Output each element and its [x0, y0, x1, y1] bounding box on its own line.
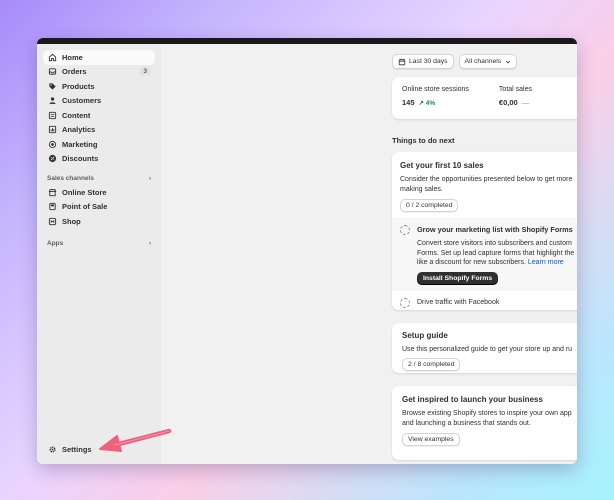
sidebar-item-label: Orders: [62, 67, 87, 77]
sidebar-item-label: Customers: [62, 96, 102, 106]
content-icon: [47, 110, 57, 120]
apps-section[interactable]: Apps ›: [43, 237, 155, 251]
setup-guide-desc: Use this personalized guide to get your …: [402, 346, 573, 353]
first-sales-desc: Consider the opportunities presented bel…: [400, 175, 577, 194]
task-marketing-list[interactable]: Grow your marketing list with Shopify Fo…: [392, 218, 577, 291]
desc-line: Consider the opportunities presented bel…: [400, 176, 573, 183]
first-sales-progress[interactable]: 0 / 2 completed: [400, 199, 459, 213]
app-window: Home Orders 3 Products Customers Content…: [37, 38, 577, 464]
sidebar-item-shop[interactable]: Shop: [43, 214, 155, 229]
sales-channels-section[interactable]: Sales channels ›: [43, 171, 155, 185]
main-content: Last 30 days All channels Online store s…: [161, 44, 577, 464]
chevron-right-icon: ›: [148, 240, 151, 247]
sidebar-item-label: Discounts: [62, 154, 99, 164]
shop-icon: [47, 216, 57, 226]
date-range-label: Last 30 days: [409, 58, 448, 65]
view-examples-button[interactable]: View examples: [402, 433, 460, 447]
sales-trend: —: [521, 98, 530, 107]
sessions-value: 145: [402, 98, 415, 107]
gear-icon: [47, 444, 57, 454]
store-icon: [47, 187, 57, 197]
sidebar-item-analytics[interactable]: Analytics: [43, 123, 155, 138]
sales-stat: Total sales €0,00 —: [499, 86, 532, 110]
sidebar-item-label: Shop: [62, 216, 81, 226]
desc-line: Forms. Set up lead capture forms that hi…: [417, 249, 575, 257]
discount-icon: [47, 154, 57, 164]
sidebar: Home Orders 3 Products Customers Content…: [37, 44, 161, 464]
sidebar-item-content[interactable]: Content: [43, 108, 155, 123]
inspire-card: Get inspired to launch your business Bro…: [392, 386, 577, 460]
desc-line: making sales.: [400, 185, 443, 193]
task-title: Grow your marketing list with Shopify Fo…: [417, 225, 573, 235]
first-sales-card: Get your first 10 sales Consider the opp…: [392, 152, 577, 310]
sidebar-item-label: Marketing: [62, 139, 98, 149]
sidebar-item-online-store[interactable]: Online Store: [43, 185, 155, 200]
desc-line: Convert store visitors into subscribers …: [417, 240, 572, 248]
tag-icon: [47, 81, 57, 91]
sessions-trend: ↗ 4%: [418, 99, 436, 107]
sidebar-item-orders[interactable]: Orders 3: [43, 65, 155, 80]
things-to-do-title: Things to do next: [392, 136, 455, 145]
calendar-icon: [398, 58, 406, 65]
install-shopify-forms-button[interactable]: Install Shopify Forms: [417, 271, 499, 285]
first-sales-title: Get your first 10 sales: [400, 161, 484, 170]
sidebar-item-discounts[interactable]: Discounts: [43, 152, 155, 167]
sidebar-item-products[interactable]: Products: [43, 79, 155, 94]
desc-line: and launching a business that stands out…: [402, 419, 531, 427]
sidebar-item-label: Point of Sale: [62, 202, 108, 212]
target-icon: [47, 139, 57, 149]
sidebar-item-point-of-sale[interactable]: Point of Sale: [43, 200, 155, 215]
person-icon: [47, 96, 57, 106]
sales-channels-label: Sales channels: [47, 174, 94, 182]
sidebar-item-customers[interactable]: Customers: [43, 94, 155, 109]
task-facebook[interactable]: Drive traffic with Facebook: [400, 291, 577, 308]
annotation-arrow-icon: [99, 428, 172, 452]
sidebar-item-label: Home: [62, 52, 83, 62]
chevron-right-icon: ›: [148, 174, 151, 182]
sidebar-item-label: Analytics: [62, 125, 96, 135]
sidebar-item-home[interactable]: Home: [43, 50, 155, 65]
setup-guide-title: Setup guide: [402, 331, 448, 340]
incomplete-circle-icon[interactable]: [400, 225, 410, 236]
sidebar-item-label: Products: [62, 81, 95, 91]
sessions-stat: Online store sessions 145 ↗ 4%: [402, 86, 469, 110]
inspire-title: Get inspired to launch your business: [402, 395, 543, 404]
sidebar-item-label: Settings: [62, 444, 92, 454]
date-range-button[interactable]: Last 30 days: [392, 54, 454, 69]
desc-line: like a discount for new subscribers.: [417, 259, 526, 267]
setup-guide-card: Setup guide Use this personalized guide …: [392, 323, 577, 373]
orders-count-badge: 3: [139, 67, 151, 76]
sidebar-item-label: Online Store: [62, 187, 107, 197]
inspire-desc: Browse existing Shopify stores to inspir…: [402, 409, 577, 428]
sales-value: €0,00: [498, 98, 518, 107]
channels-dropdown[interactable]: All channels: [458, 54, 518, 69]
orders-icon: [47, 67, 57, 77]
pos-icon: [47, 202, 57, 212]
filter-bar: Last 30 days All channels: [392, 54, 518, 69]
channels-label: All channels: [464, 58, 502, 65]
sales-title: Total sales: [498, 86, 532, 93]
setup-guide-progress[interactable]: 2 / 8 completed: [402, 357, 461, 371]
sessions-title: Online store sessions: [402, 86, 469, 93]
stats-card[interactable]: Online store sessions 145 ↗ 4% Total sal…: [392, 77, 577, 119]
sidebar-item-marketing[interactable]: Marketing: [43, 137, 155, 152]
learn-more-link[interactable]: Learn more: [528, 259, 564, 266]
home-icon: [47, 52, 57, 62]
incomplete-circle-icon[interactable]: [400, 297, 410, 308]
sidebar-item-label: Content: [62, 110, 91, 120]
desc-line: Browse existing Shopify stores to inspir…: [402, 410, 572, 417]
chevron-down-icon: [506, 60, 511, 63]
apps-label: Apps: [47, 240, 64, 247]
chart-icon: [47, 125, 57, 135]
task-description: Convert store visitors into subscribers …: [400, 239, 577, 268]
task-title: Drive traffic with Facebook: [417, 299, 500, 307]
